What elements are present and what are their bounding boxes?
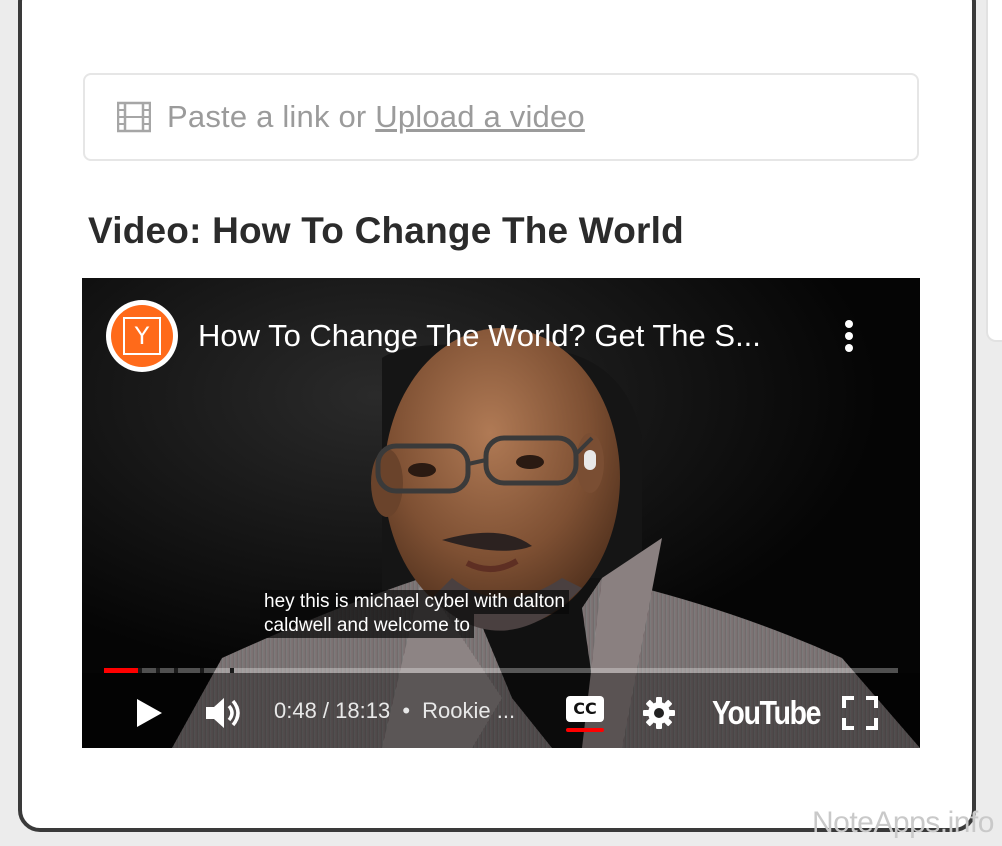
caption-line-1: hey this is michael cybel with dalton	[260, 590, 569, 614]
channel-avatar[interactable]: Y	[106, 300, 178, 372]
upload-video-link[interactable]: Upload a video	[375, 99, 585, 134]
time-elapsed-total: 0:48 / 18:13	[274, 698, 391, 723]
chapter-marker	[174, 668, 178, 673]
closed-caption: hey this is michael cybel with dalton ca…	[260, 590, 569, 638]
more-options-icon[interactable]	[842, 320, 856, 360]
play-icon[interactable]	[134, 698, 164, 728]
chapter-marker	[230, 668, 234, 673]
progress-track	[104, 668, 898, 673]
chapter-separator: •	[402, 698, 411, 723]
settings-gear-icon[interactable]	[642, 696, 676, 730]
player-controls: 0:48 / 18:13 • Rookie ... CC YouTube	[82, 688, 920, 738]
chapter-marker	[200, 668, 204, 673]
film-icon	[117, 101, 151, 133]
paste-link-text: Paste a link or	[167, 99, 376, 134]
cc-active-indicator	[566, 728, 604, 732]
volume-icon[interactable]	[204, 696, 246, 730]
video-link-input[interactable]: Paste a link or Upload a video	[83, 73, 919, 161]
channel-avatar-letter: Y	[123, 317, 161, 355]
youtube-video-title[interactable]: How To Change The World? Get The S...	[198, 318, 761, 354]
chapter-label[interactable]: Rookie ...	[422, 698, 515, 723]
link-placeholder: Paste a link or Upload a video	[167, 99, 585, 135]
chapter-marker	[138, 668, 142, 673]
chapter-marker	[156, 668, 160, 673]
cc-icon: CC	[566, 696, 604, 722]
closed-captions-button[interactable]: CC	[566, 696, 606, 734]
fullscreen-icon[interactable]	[842, 696, 878, 730]
youtube-logo[interactable]: YouTube	[712, 694, 821, 732]
watermark: NoteApps.info	[812, 806, 994, 839]
adjacent-panel-edge	[986, 0, 1002, 342]
progress-bar[interactable]	[104, 668, 898, 673]
caption-line-2: caldwell and welcome to	[260, 614, 474, 638]
progress-played	[104, 668, 140, 673]
video-heading: Video: How To Change The World	[88, 210, 684, 251]
youtube-player[interactable]: Y How To Change The World? Get The S... …	[82, 278, 920, 748]
time-display: 0:48 / 18:13 • Rookie ...	[274, 698, 515, 724]
